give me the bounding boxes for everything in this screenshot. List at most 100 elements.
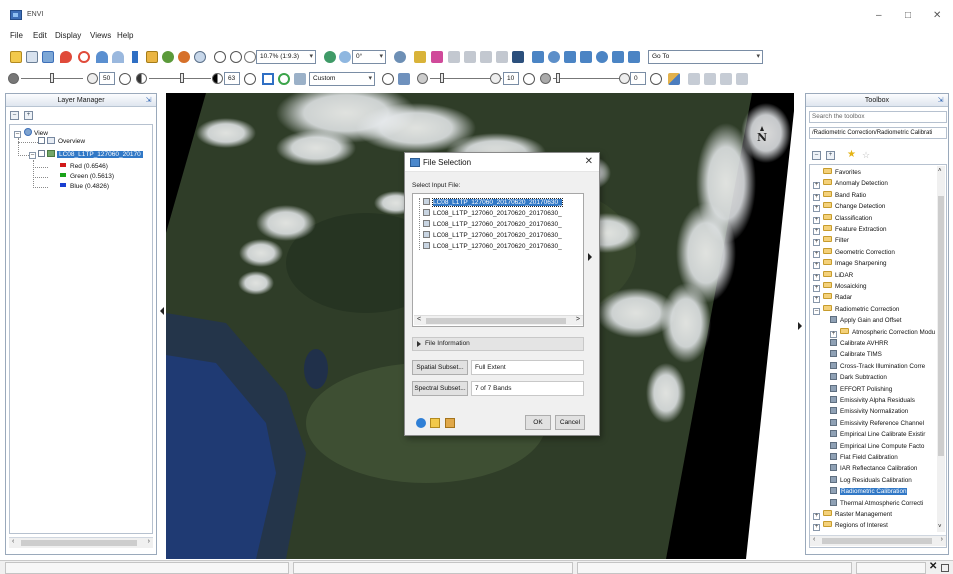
file-list-item[interactable]: LC08_L1TP_127060_20170620_20170630_ <box>423 220 562 230</box>
toolbox-item[interactable]: + Change Detection <box>813 201 885 213</box>
maximize-button[interactable]: □ <box>905 11 911 21</box>
file-list-hscroll[interactable]: < > <box>414 315 583 325</box>
file-list-item[interactable]: LC08_L1TP_127060_20170620_20170630_ <box>423 242 562 252</box>
tree-expander-icon[interactable]: + <box>813 193 820 201</box>
toolbox-item[interactable]: Emissivity Alpha Residuals <box>830 395 915 406</box>
cursor-value-icon[interactable] <box>548 51 560 63</box>
reset-transparency-icon[interactable] <box>650 73 662 85</box>
menu-edit[interactable]: Edit <box>33 31 47 40</box>
tree-item-band-red[interactable]: Red (0.6546) <box>60 162 108 172</box>
scroll-right-icon[interactable]: › <box>941 536 943 543</box>
cancel-button[interactable]: Cancel <box>555 415 585 430</box>
tree-item-overview[interactable]: Overview <box>38 137 85 147</box>
toolbox-item[interactable]: Empirical Line Compute Facto <box>830 441 924 452</box>
toolbox-item[interactable]: Cross-Track Illumination Corre <box>830 361 925 372</box>
contrast-input[interactable]: 63 <box>224 72 240 85</box>
stretch-extent-icon[interactable] <box>262 73 274 85</box>
dialog-close-button[interactable]: ✕ <box>585 156 593 167</box>
toolbox-item[interactable]: Emissivity Reference Channel <box>830 418 924 429</box>
toolbox-item[interactable]: Thermal Atmospheric Correcti <box>830 498 923 509</box>
help-icon[interactable] <box>416 418 426 428</box>
file-options-icon[interactable] <box>445 418 455 428</box>
portal-icon[interactable] <box>431 51 443 63</box>
toolbox-search-input[interactable]: Search the toolbox <box>809 111 947 123</box>
refresh-stretch-icon[interactable] <box>382 73 394 85</box>
tree-expander-icon[interactable]: + <box>813 285 820 292</box>
cancel-process-icon[interactable]: ✕ <box>929 561 937 572</box>
scroll-left-icon[interactable]: < <box>417 316 421 323</box>
pin-panel-icon[interactable]: ⇲ <box>144 96 153 105</box>
toolbox-item[interactable]: Emissivity Normalization <box>830 406 908 417</box>
layer-tree-hscroll[interactable]: ‹ › <box>9 537 153 548</box>
expand-all-button[interactable]: + <box>826 151 835 160</box>
scroll-thumb[interactable] <box>426 318 566 324</box>
scroll-thumb[interactable] <box>21 540 137 546</box>
tree-item-band-green[interactable]: Green (0.5613) <box>60 172 114 182</box>
toolbox-item[interactable]: Apply Gain and Offset <box>830 315 902 326</box>
undo-icon[interactable] <box>96 51 108 63</box>
close-window-button[interactable]: ✕ <box>933 11 941 21</box>
toolbox-item[interactable]: + LiDAR <box>813 270 853 281</box>
dialog-title-bar[interactable]: File Selection ✕ <box>405 153 599 172</box>
toolbox-item[interactable]: + Classification <box>813 213 872 224</box>
scroll-thumb[interactable] <box>822 538 932 544</box>
scroll-thumb[interactable] <box>938 196 944 456</box>
blend-icon[interactable] <box>448 51 460 63</box>
view-layout-icon-1[interactable] <box>688 73 700 85</box>
brightness-slider-handle[interactable] <box>50 73 54 83</box>
rotation-select[interactable]: 0° ▾ <box>352 50 386 64</box>
toolbox-item[interactable]: Dark Subtraction <box>830 372 887 383</box>
remove-favorite-icon[interactable]: ☆ <box>862 150 870 161</box>
toolbox-item[interactable]: + Mosaicking <box>813 281 867 292</box>
flicker-icon[interactable] <box>464 51 476 63</box>
tree-expander-icon[interactable]: + <box>813 182 820 190</box>
search-icon[interactable] <box>596 51 608 63</box>
toolbox-item[interactable]: + Filter <box>813 235 849 247</box>
tree-expander-icon[interactable]: + <box>813 513 820 520</box>
file-list-item[interactable]: LC08_L1TP_127060_20170620_20170630_ <box>423 231 562 241</box>
toolbox-item[interactable]: + Feature Extraction <box>813 224 886 235</box>
dialog-splitter[interactable] <box>587 193 594 327</box>
collapse-all-button[interactable]: – <box>10 111 19 120</box>
pan-tool-icon[interactable] <box>194 51 206 63</box>
scroll-up-icon[interactable]: ˄ <box>938 168 942 174</box>
pin-icon[interactable] <box>60 51 72 63</box>
scroll-down-icon[interactable]: ˅ <box>938 524 942 530</box>
toolbox-item[interactable]: Radiometric Calibration <box>830 486 908 497</box>
chip-view-icon[interactable] <box>580 51 592 63</box>
toolbox-item[interactable]: + Atmospheric Correction Modu <box>830 327 935 338</box>
north-up-icon[interactable] <box>394 51 406 63</box>
toolbox-item[interactable]: + Image Sharpening <box>813 258 886 270</box>
tree-item-layer[interactable]: LC08_L1TP_127060_20170 <box>38 150 143 160</box>
scroll-left-icon[interactable]: ‹ <box>12 538 14 545</box>
tree-expander-icon[interactable]: + <box>813 216 820 224</box>
roi-tool-icon[interactable] <box>146 51 158 63</box>
histogram-icon[interactable] <box>294 73 306 85</box>
pixel-locator-icon[interactable] <box>564 51 576 63</box>
color-table-icon[interactable] <box>668 73 680 85</box>
scroll-right-icon[interactable]: > <box>576 316 580 323</box>
tree-expander-icon[interactable]: + <box>813 524 820 532</box>
overview-checkbox[interactable] <box>38 137 45 144</box>
spectral-subset-button[interactable]: Spectral Subset... <box>412 381 468 396</box>
toolbox-item[interactable]: IAR Reflectance Calibration <box>830 463 917 474</box>
menu-display[interactable]: Display <box>55 31 81 40</box>
crosshairs-icon[interactable] <box>532 51 544 63</box>
zoom-fixed-icon[interactable] <box>244 51 256 63</box>
menu-file[interactable]: File <box>10 31 23 40</box>
minimize-button[interactable]: – <box>876 11 882 21</box>
toolbox-item[interactable]: Log Residuals Calibration <box>830 475 912 486</box>
layer-expander[interactable]: – <box>29 152 36 159</box>
transparency-slider[interactable] <box>553 78 625 79</box>
toolbox-item[interactable]: – Radiometric Correction <box>813 304 899 315</box>
rotate-icon[interactable] <box>324 51 336 63</box>
select-pointer-icon[interactable] <box>132 51 144 63</box>
view-expander[interactable]: – <box>14 131 21 138</box>
reset-contrast-icon[interactable] <box>244 73 256 85</box>
toolbox-item[interactable]: Flat Field Calibration <box>830 452 898 463</box>
toolbox-item[interactable]: Calibrate AVHRR <box>830 338 888 349</box>
file-information-expander[interactable]: File Information <box>412 337 584 351</box>
goto-input[interactable]: Go To ▾ <box>648 50 763 64</box>
toolbox-vscroll[interactable]: ˄ ˅ <box>937 166 945 532</box>
reset-brightness-icon[interactable] <box>119 73 131 85</box>
